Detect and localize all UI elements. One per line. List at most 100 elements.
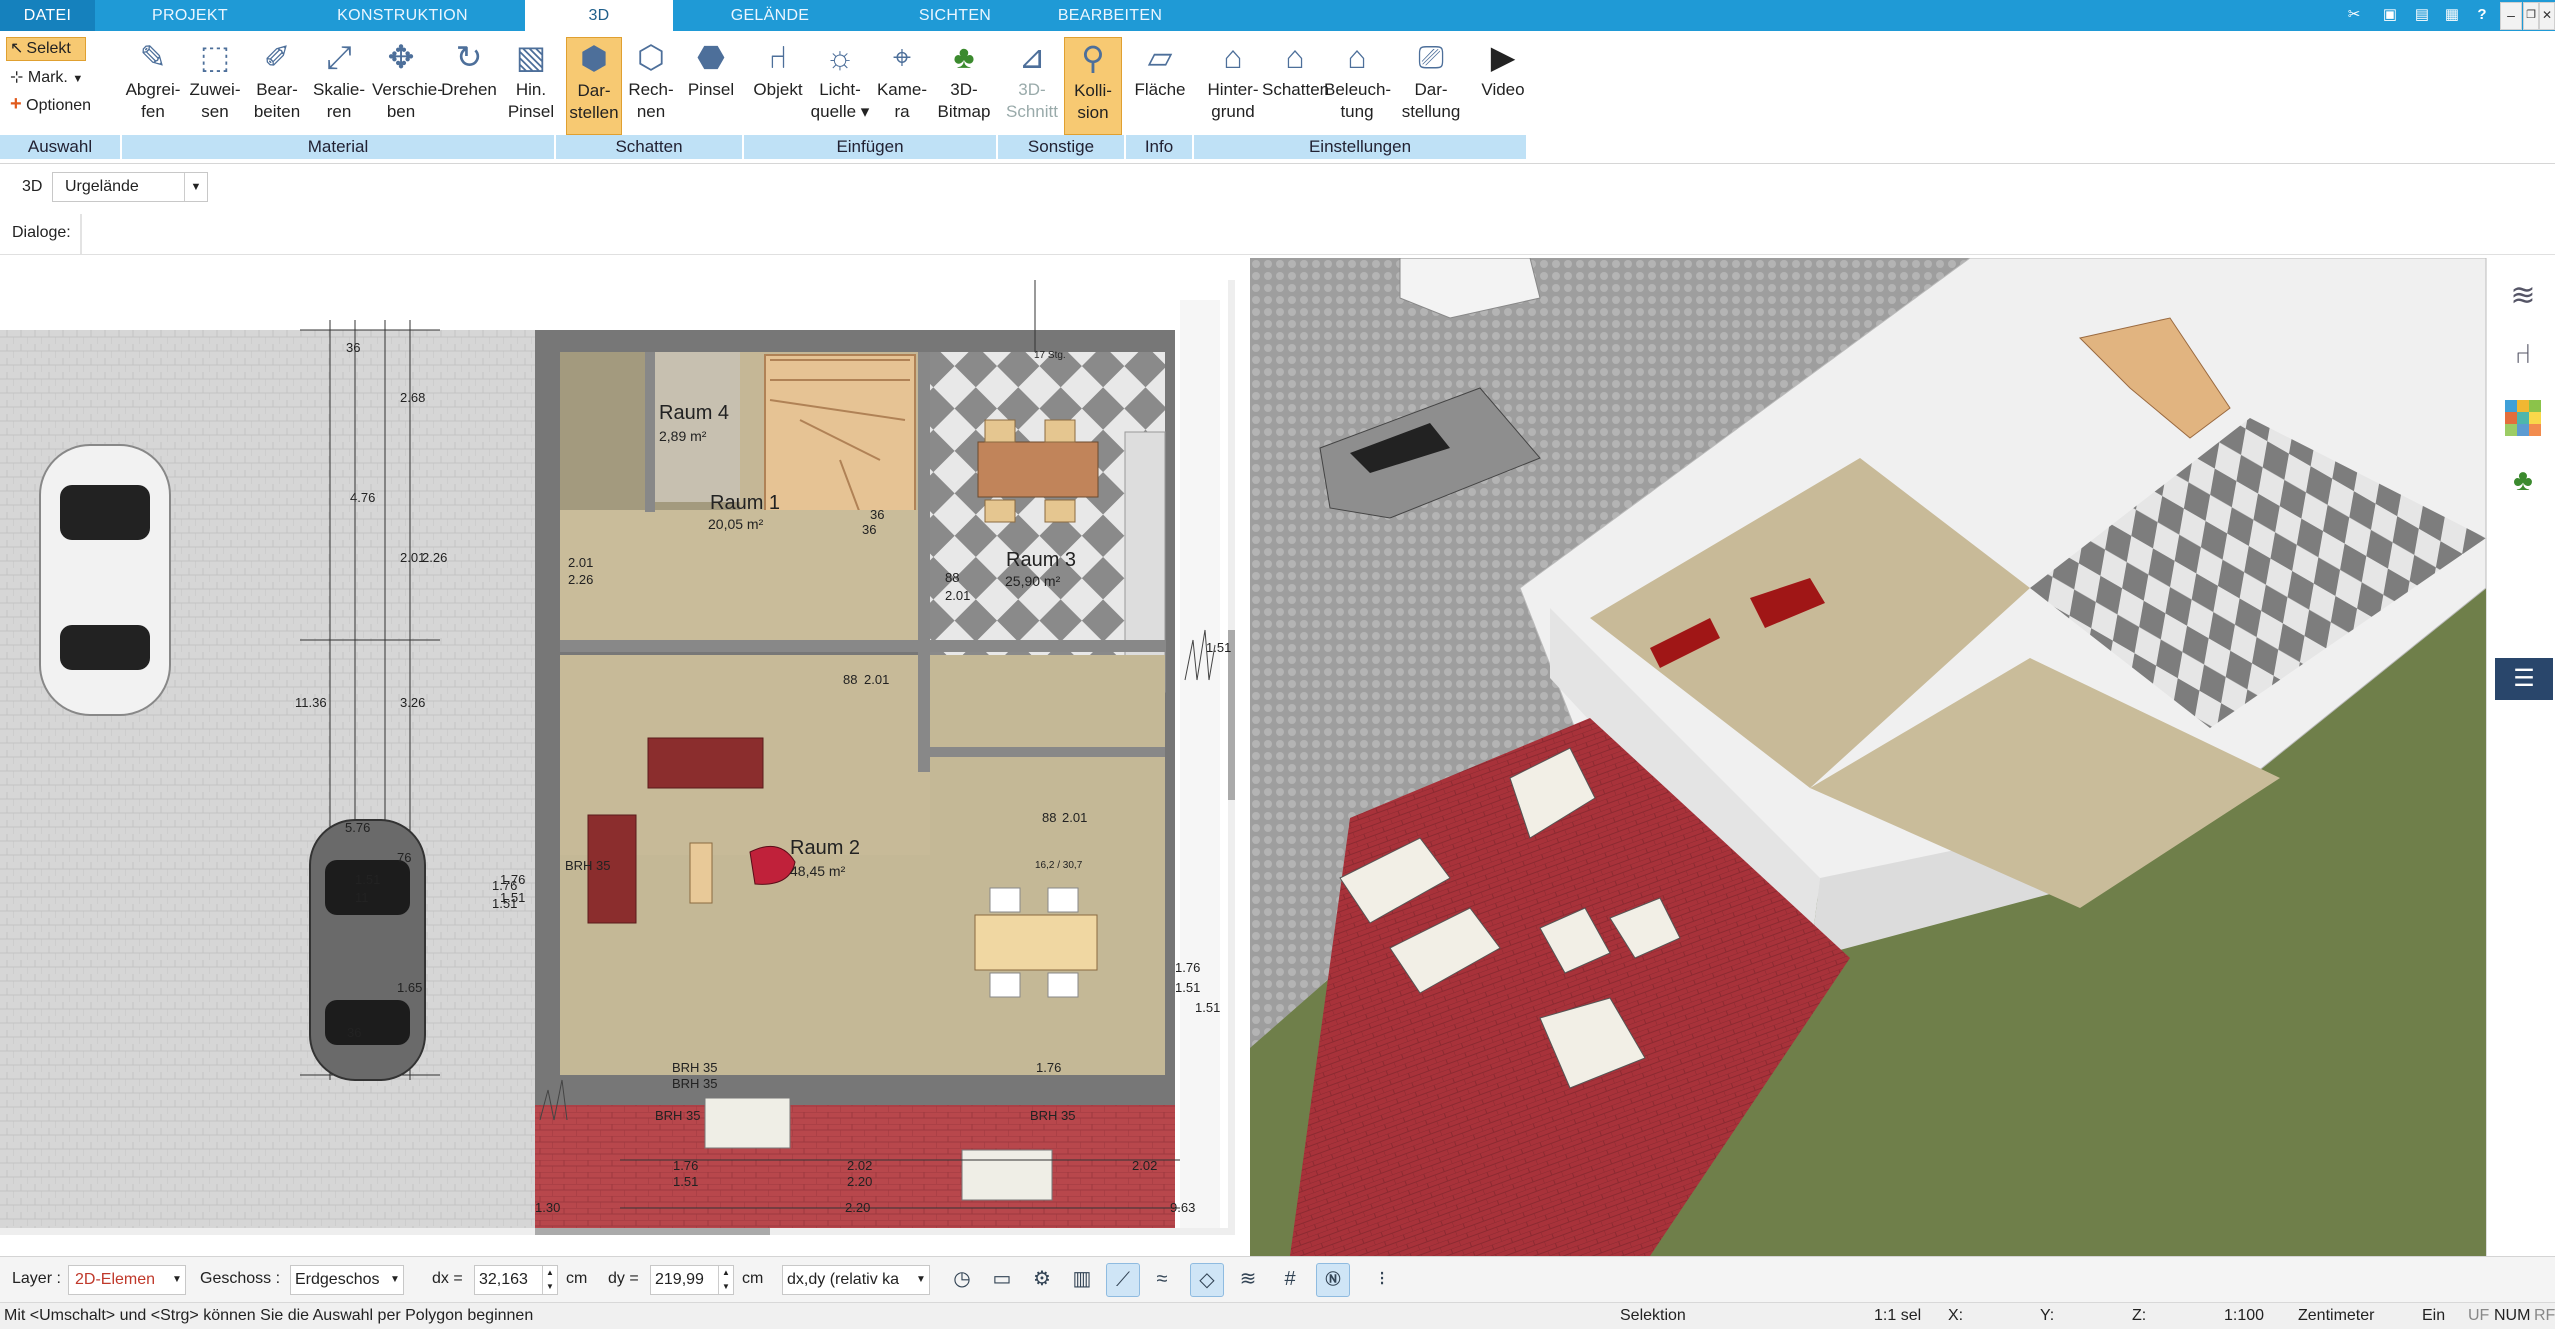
clock-icon[interactable]: ◷ (946, 1263, 978, 1295)
ribbon-button-schatten-1[interactable]: ⬡ Rech-nen (624, 37, 678, 133)
ribbon-button-label: Abgrei- (125, 80, 181, 99)
close-button[interactable]: ✕ (2539, 2, 2555, 30)
ribbon-button-einstellungen-0[interactable]: ⌂ Hinter-grund (1200, 37, 1266, 133)
mark-button[interactable]: ⊹ Mark. ▼ (10, 67, 83, 87)
ribbon-button-material-4[interactable]: ✥ Verschie-ben (372, 37, 443, 133)
wave-icon[interactable]: ≈ (1146, 1263, 1178, 1295)
dimension-label: 1.51 (1206, 640, 1232, 655)
3d-view[interactable] (1250, 258, 2486, 1256)
dimension-label: 2.01 (864, 672, 890, 687)
ribbon-button-label: beiten (253, 102, 301, 121)
restore-button[interactable]: ❐ (2523, 2, 2539, 30)
status-mode: Selektion (1620, 1307, 1686, 1324)
ribbon-button-schatten-0[interactable]: ⬢ Dar-stellen (566, 37, 622, 135)
stack-icon[interactable]: ▥ (1066, 1263, 1098, 1295)
chair-icon[interactable]: ⑁ (2505, 338, 2541, 374)
floor-plan-view[interactable]: Raum 4 2,89 m² Raum 1 20,05 m² Raum 3 25… (0, 260, 1235, 1235)
selekt-button[interactable]: ↖ Selekt (6, 37, 86, 61)
ribbon-button-schatten-2[interactable]: ⬣ Pinsel (684, 37, 738, 133)
dimension-label: 36 (870, 507, 885, 522)
ribbon-tab-bar: DATEI PROJEKT KONSTRUKTION 3D GELÄNDE SI… (0, 0, 2555, 33)
more-icon[interactable]: ⁝ (1366, 1263, 1398, 1295)
dy-input[interactable]: 219,99 ▲ ▼ (650, 1265, 734, 1295)
floor-plan-canvas[interactable] (0, 260, 1235, 1235)
ribbon-button-label: Fläche (1134, 80, 1186, 99)
tools-icon[interactable]: ✂ (2342, 4, 2366, 26)
spinner-icon[interactable]: ▲ ▼ (718, 1266, 733, 1294)
room-label: Raum 4 (659, 402, 730, 424)
ribbon-button-material-5[interactable]: ↻ Drehen (440, 37, 498, 133)
minimize-button[interactable]: – (2500, 2, 2522, 30)
ribbon-button-einstellungen-3[interactable]: ⎚ Dar-stellung (1398, 37, 1464, 133)
3d-canvas[interactable] (1250, 258, 2486, 1256)
ribbon-button-material-1[interactable]: ⬚ Zuwei-sen (186, 37, 244, 133)
monitor-icon[interactable]: ▭ (986, 1263, 1018, 1295)
tab-konstruktion[interactable]: KONSTRUKTION (310, 0, 495, 31)
tab-bearbeiten[interactable]: BEARBEITEN (1040, 0, 1180, 31)
ribbon-button-material-2[interactable]: ✐ Bear-beiten (248, 37, 306, 133)
geschoss-select[interactable]: Erdgeschos ▼ (290, 1265, 404, 1295)
dimension-label: 88 (945, 570, 960, 585)
cursor-icon: ↖ (10, 40, 24, 57)
relative-select[interactable]: dx,dy (relativ ka ▼ (782, 1265, 930, 1295)
tab-datei[interactable]: DATEI (0, 0, 95, 31)
grid-icon[interactable]: # (1274, 1263, 1306, 1295)
dx-input[interactable]: 32,163 ▲ ▼ (474, 1265, 558, 1295)
plane-icon[interactable]: ◇ (1190, 1263, 1224, 1297)
ribbon-button-label: ben (386, 102, 416, 121)
ribbon-button-label: Hin. (515, 80, 547, 99)
dimension-label: BRH 35 (672, 1060, 718, 1075)
dimension-label: 2.02 (1132, 1158, 1158, 1173)
ribbon-button-label: Kolli- (1074, 81, 1112, 100)
group-sonstige: Sonstige (998, 135, 1124, 159)
dimension-label: 2.26 (568, 572, 594, 587)
ribbon-button-sonstige-1[interactable]: ⚲ Kolli-sion (1064, 37, 1122, 135)
tab-sichten[interactable]: SICHTEN (880, 0, 1030, 31)
settings-icon[interactable]: ▦ (2440, 4, 2464, 26)
tree-icon[interactable]: ♣ (2505, 464, 2541, 504)
terrain-icon[interactable]: ≋ (1232, 1263, 1264, 1295)
terrain-select[interactable]: Urgelände ▼ (52, 172, 208, 202)
menu-icon[interactable]: ☰ (2495, 658, 2553, 700)
layout-icon[interactable]: ▤ (2410, 4, 2434, 26)
ribbon-button-einfuegen-0[interactable]: ⑁ Objekt (748, 37, 808, 133)
relative-value: dx,dy (relativ ka (787, 1271, 900, 1288)
layers-icon[interactable]: ≋ (2505, 278, 2541, 314)
ribbon-button-label: Licht- (819, 80, 861, 99)
measure-icon[interactable]: ⟋ (1106, 1263, 1140, 1297)
dimension-label: 11 (355, 890, 369, 905)
ribbon-button-material-3[interactable]: ⤢ Skalie-ren (310, 37, 368, 133)
materials-icon[interactable] (2505, 400, 2541, 436)
dimension-label: 1.51 (673, 1174, 699, 1189)
spinner-icon[interactable]: ▲ ▼ (542, 1266, 557, 1294)
tab-gelaende[interactable]: GELÄNDE (690, 0, 850, 31)
display-settings-icon: ⎚ (1418, 39, 1444, 75)
shop-icon[interactable]: ▣ (2378, 4, 2402, 26)
status-scale: 1:100 (2224, 1307, 2265, 1324)
ribbon-button-einfuegen-1[interactable]: ☼ Licht-quelle ▾ (810, 37, 870, 133)
ribbon-button-material-6[interactable]: ▧ Hin. Pinsel (502, 37, 560, 133)
dimension-label: 36 (347, 1025, 362, 1040)
optionen-button[interactable]: + Optionen (10, 93, 91, 116)
ribbon-button-einstellungen-4[interactable]: ▶ Video (1470, 37, 1536, 133)
ribbon-button-material-0[interactable]: ✎ Abgrei-fen (124, 37, 182, 133)
ribbon-button-sonstige-0[interactable]: ⊿ 3D- Schnitt (1004, 37, 1060, 133)
dimension-label: 1.51 (492, 896, 518, 911)
tab-projekt[interactable]: PROJEKT (110, 0, 270, 31)
ribbon-button-info-0[interactable]: ▱ Fläche (1132, 37, 1188, 133)
tab-3d[interactable]: 3D (525, 0, 673, 33)
ribbon-button-einstellungen-1[interactable]: ⌂ Schatten (1262, 37, 1329, 133)
dimension-label: BRH 35 (655, 1108, 701, 1123)
ribbon-button-einstellungen-2[interactable]: ⌂ Beleuch-tung (1324, 37, 1391, 133)
dimension-label: BRH 35 (1030, 1108, 1076, 1123)
snap-icon[interactable]: ⚙ (1026, 1263, 1058, 1295)
ribbon-button-label: sen (201, 102, 229, 121)
ribbon-button-einfuegen-3[interactable]: ♣ 3D- Bitmap (934, 37, 994, 133)
layer-select[interactable]: 2D-Elemen ▼ (68, 1265, 186, 1295)
ribbon-button-einfuegen-2[interactable]: ⌖ Kame-ra (872, 37, 932, 133)
help-icon[interactable]: ? (2470, 4, 2494, 26)
dimension-label: 1.76 (673, 1158, 699, 1173)
north-icon[interactable]: Ⓝ (1316, 1263, 1350, 1297)
dimension-label: 16,2 / 30,7 (1035, 860, 1083, 871)
room-area: 2,89 m² (659, 428, 707, 444)
